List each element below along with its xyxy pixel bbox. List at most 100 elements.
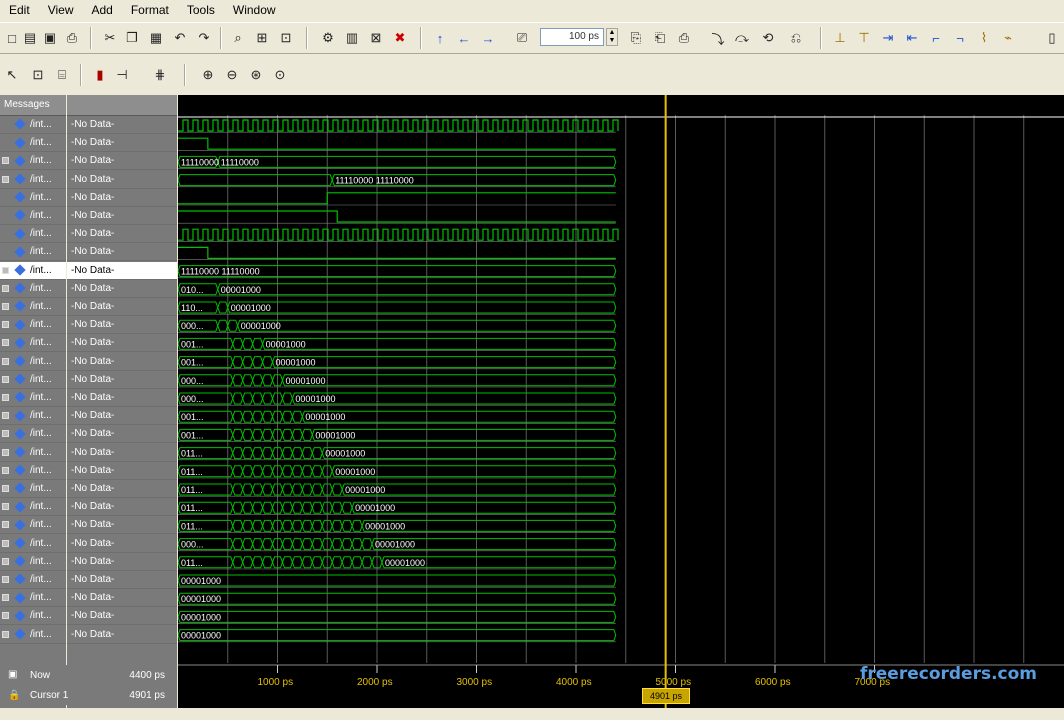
new-file-icon[interactable]: □	[2, 28, 22, 48]
signal-value-row[interactable]: -No Data-	[67, 480, 177, 498]
zoom-mode-icon[interactable]: ⊡	[28, 65, 48, 85]
menu-add[interactable]: Add	[82, 3, 121, 17]
expand-toggle[interactable]	[2, 576, 9, 583]
find-next-edge-icon[interactable]: ⇥	[878, 28, 898, 48]
signal-row[interactable]: /int...	[0, 444, 66, 462]
cursor-time-marker[interactable]: 4901 ps	[642, 688, 690, 704]
menu-view[interactable]: View	[39, 3, 83, 17]
signal-value-row[interactable]: -No Data-	[67, 389, 177, 407]
signal-value-row[interactable]: -No Data-	[67, 316, 177, 335]
signal-row[interactable]: /int...	[0, 407, 66, 426]
signal-value-row[interactable]: -No Data-	[67, 171, 177, 189]
zoom-in-icon[interactable]: ⊕	[198, 65, 218, 85]
zoom-cursor-icon[interactable]: ⊙	[270, 65, 290, 85]
signal-row[interactable]: /int...	[0, 626, 66, 644]
horizontal-scrollbar[interactable]	[0, 708, 1064, 720]
signal-row[interactable]: /int...	[0, 316, 66, 335]
expand-toggle[interactable]	[2, 448, 9, 456]
signal-value-row[interactable]: -No Data-	[67, 425, 177, 444]
signal-row[interactable]: /int...	[0, 607, 66, 626]
undo-icon[interactable]: ↶	[170, 28, 190, 48]
falling-edge-icon[interactable]: ¬	[950, 28, 970, 48]
paste-icon[interactable]: ▦	[146, 28, 166, 48]
restart-icon[interactable]: ⟲	[758, 28, 778, 48]
arrow-right-icon[interactable]: →	[478, 28, 498, 48]
expand-toggle[interactable]	[2, 466, 9, 474]
expand-toggle[interactable]	[2, 339, 9, 347]
expand-toggle[interactable]	[2, 357, 9, 365]
expand-toggle[interactable]	[2, 394, 9, 401]
signal-value-row[interactable]: -No Data-	[67, 589, 177, 608]
find-icon[interactable]: ⌕	[228, 28, 248, 48]
expand-toggle[interactable]	[2, 503, 9, 511]
expand-toggle[interactable]	[2, 430, 9, 438]
edge-down-icon[interactable]: ⊤	[854, 28, 874, 48]
menu-edit[interactable]: Edit	[0, 3, 39, 17]
signal-value-row[interactable]: -No Data-	[67, 261, 177, 280]
insert-cursor-icon[interactable]: ▮	[90, 65, 110, 85]
expand-toggle[interactable]	[2, 321, 9, 329]
clock-edge-icon[interactable]: ⌁	[998, 28, 1018, 48]
signal-row[interactable]: /int...	[0, 171, 66, 189]
signal-row[interactable]: /int...	[0, 134, 66, 153]
signal-value-row[interactable]: -No Data-	[67, 626, 177, 644]
arrow-up-icon[interactable]: ↑	[430, 28, 450, 48]
break-icon[interactable]: ⊠	[366, 28, 386, 48]
signal-row[interactable]: /int...	[0, 280, 66, 298]
signal-value-row[interactable]: -No Data-	[67, 207, 177, 225]
signal-value-row[interactable]: -No Data-	[67, 407, 177, 426]
signal-row[interactable]: /int...	[0, 371, 66, 389]
signal-value-row[interactable]: -No Data-	[67, 189, 177, 207]
signal-row[interactable]: /int...	[0, 189, 66, 207]
find-prev-edge-icon[interactable]: ⇤	[902, 28, 922, 48]
signal-row[interactable]: /int...	[0, 480, 66, 498]
signal-value-row[interactable]: -No Data-	[67, 280, 177, 298]
run-all-icon[interactable]: ⎙	[674, 28, 694, 48]
signal-row[interactable]: /int...	[0, 553, 66, 571]
cursor-row[interactable]: 🔒 Cursor 1 4901 ps	[0, 687, 177, 705]
open-folder-icon[interactable]: ▤	[20, 28, 40, 48]
expand-toggle[interactable]	[2, 594, 9, 602]
menu-format[interactable]: Format	[122, 3, 178, 17]
signal-value-row[interactable]: -No Data-	[67, 353, 177, 371]
break-all-icon[interactable]: ⎌	[786, 28, 806, 48]
step-over-icon[interactable]: ⤼	[732, 28, 752, 48]
expand-toggle[interactable]	[2, 266, 9, 274]
expand-toggle[interactable]	[2, 412, 9, 420]
step-into-icon[interactable]: ⤵	[708, 28, 728, 48]
signal-row[interactable]: /int...	[0, 298, 66, 316]
signal-row[interactable]: /int...	[0, 516, 66, 535]
run-icon[interactable]: ⎘	[626, 28, 646, 48]
filter-icon[interactable]: ⊡	[276, 28, 296, 48]
signal-row[interactable]: /int...	[0, 207, 66, 225]
expand-toggle[interactable]	[2, 539, 9, 547]
menu-tools[interactable]: Tools	[178, 3, 224, 17]
signal-value-row[interactable]: -No Data-	[67, 553, 177, 571]
expand-toggle[interactable]	[2, 485, 9, 492]
expand-toggle[interactable]	[2, 303, 9, 310]
expand-toggle[interactable]	[2, 612, 9, 620]
lock-cursor-icon[interactable]: ⋕	[150, 65, 170, 85]
signal-value-row[interactable]: -No Data-	[67, 444, 177, 462]
menu-window[interactable]: Window	[224, 3, 285, 17]
signal-value-row[interactable]: -No Data-	[67, 535, 177, 553]
signal-value-row[interactable]: -No Data-	[67, 298, 177, 316]
edge-up-icon[interactable]: ⊥	[830, 28, 850, 48]
signal-value-row[interactable]: -No Data-	[67, 498, 177, 517]
any-edge-icon[interactable]: ⌇	[974, 28, 994, 48]
signal-row[interactable]: /int...	[0, 152, 66, 171]
waveform-area[interactable]: 11110000 11110000 11110000 11110000 1111000…	[177, 95, 1064, 710]
dock-icon[interactable]: ▯	[1042, 28, 1062, 48]
expand-toggle[interactable]	[2, 630, 9, 638]
signal-row[interactable]: /int...	[0, 462, 66, 480]
expand-toggle[interactable]	[2, 284, 9, 292]
delete-cursor-icon[interactable]: ⊣	[112, 65, 132, 85]
simulate-icon[interactable]: ▥	[342, 28, 362, 48]
signal-row[interactable]: /int...	[0, 389, 66, 407]
expand-toggle[interactable]	[2, 557, 9, 565]
signal-row[interactable]: /int...	[0, 116, 66, 134]
signal-row[interactable]: /int...	[0, 353, 66, 371]
run-length-spinner[interactable]: ▲ ▼	[606, 28, 618, 46]
signal-value-row[interactable]: -No Data-	[67, 152, 177, 171]
expand-toggle[interactable]	[2, 375, 9, 383]
